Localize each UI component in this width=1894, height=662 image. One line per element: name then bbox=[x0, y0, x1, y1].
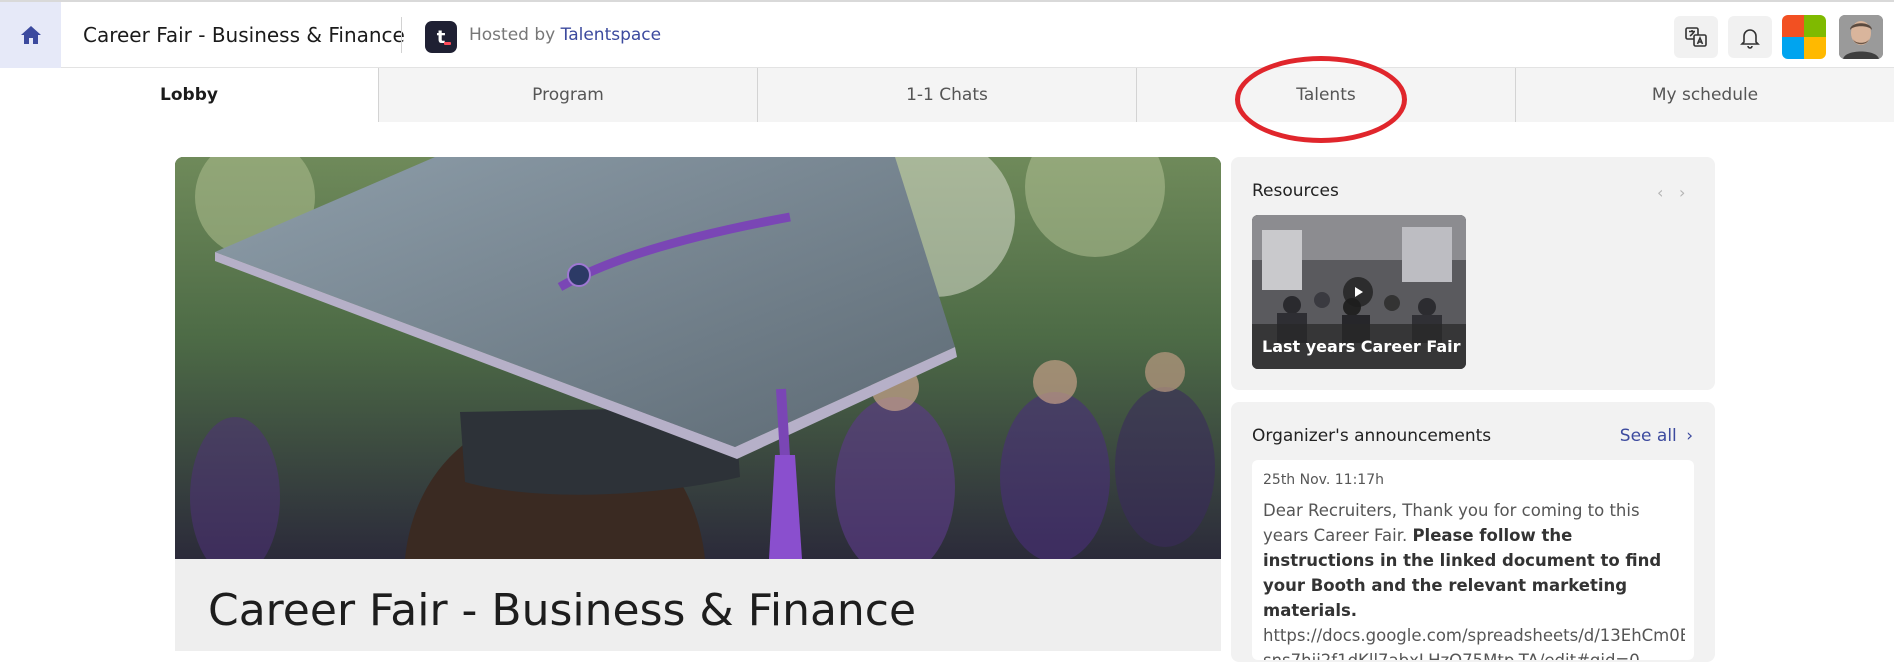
tab-talents[interactable]: Talents bbox=[1137, 68, 1516, 122]
host-logo-accent bbox=[444, 42, 451, 45]
resources-prev-button[interactable]: ‹ bbox=[1657, 183, 1663, 202]
announcement-text: Dear Recruiters, Thank you for coming to… bbox=[1263, 498, 1685, 660]
chevron-right-icon: › bbox=[1686, 426, 1693, 446]
tab-lobby[interactable]: Lobby bbox=[0, 68, 379, 122]
tab-my-schedule[interactable]: My schedule bbox=[1516, 68, 1894, 122]
main-tabs: Lobby Program 1-1 Chats Talents My sched… bbox=[0, 68, 1894, 122]
hero-image bbox=[175, 157, 1221, 559]
header-divider bbox=[401, 17, 402, 53]
bell-icon bbox=[1740, 29, 1760, 49]
resources-card: Resources ‹ › Last years Career Fair bbox=[1231, 157, 1715, 390]
hosted-by-link[interactable]: Talentspace bbox=[561, 25, 661, 45]
host-logo: t bbox=[425, 21, 457, 53]
event-title: Career Fair - Business & Finance bbox=[83, 23, 405, 47]
announcement-link-continued[interactable]: sns7hij2f1dKll7abxLHzQ75Mtp-TA/edit#gid=… bbox=[1263, 648, 1685, 660]
play-button[interactable] bbox=[1343, 277, 1373, 307]
announcements-card: Organizer's announcements See all › 25th… bbox=[1231, 402, 1715, 662]
hosted-by-text: Hosted by Talentspace bbox=[469, 2, 661, 68]
announcement-item: 25th Nov. 11:17h Dear Recruiters, Thank … bbox=[1252, 460, 1694, 660]
top-header: Career Fair - Business & Finance t Hoste… bbox=[0, 0, 1894, 68]
home-icon bbox=[20, 26, 41, 44]
tab-1-1-chats[interactable]: 1-1 Chats bbox=[758, 68, 1137, 122]
hero-title: Career Fair - Business & Finance bbox=[208, 585, 917, 636]
see-all-label: See all bbox=[1619, 426, 1677, 446]
hero-title-bar: Career Fair - Business & Finance bbox=[175, 559, 1221, 651]
announcement-link[interactable]: https://docs.google.com/spreadsheets/d/1… bbox=[1263, 623, 1685, 648]
graduation-cap-photo bbox=[175, 157, 1221, 559]
microsoft-logo[interactable] bbox=[1782, 15, 1826, 59]
user-avatar[interactable] bbox=[1839, 15, 1883, 59]
resources-next-button[interactable]: › bbox=[1679, 183, 1685, 202]
announcement-timestamp: 25th Nov. 11:17h bbox=[1263, 472, 1384, 488]
translate-button[interactable] bbox=[1674, 16, 1718, 58]
play-icon bbox=[1355, 287, 1363, 297]
resources-title: Resources bbox=[1252, 181, 1339, 201]
tab-program[interactable]: Program bbox=[379, 68, 758, 122]
announcements-title: Organizer's announcements bbox=[1252, 426, 1492, 446]
hosted-by-prefix: Hosted by bbox=[469, 25, 556, 45]
see-all-link[interactable]: See all › bbox=[1620, 426, 1693, 446]
home-button[interactable] bbox=[0, 2, 61, 68]
avatar-image bbox=[1839, 15, 1883, 59]
translate-icon bbox=[1685, 27, 1707, 47]
notifications-button[interactable] bbox=[1728, 16, 1772, 58]
resource-video-tile[interactable]: Last years Career Fair bbox=[1252, 215, 1466, 369]
video-caption: Last years Career Fair bbox=[1252, 324, 1466, 369]
